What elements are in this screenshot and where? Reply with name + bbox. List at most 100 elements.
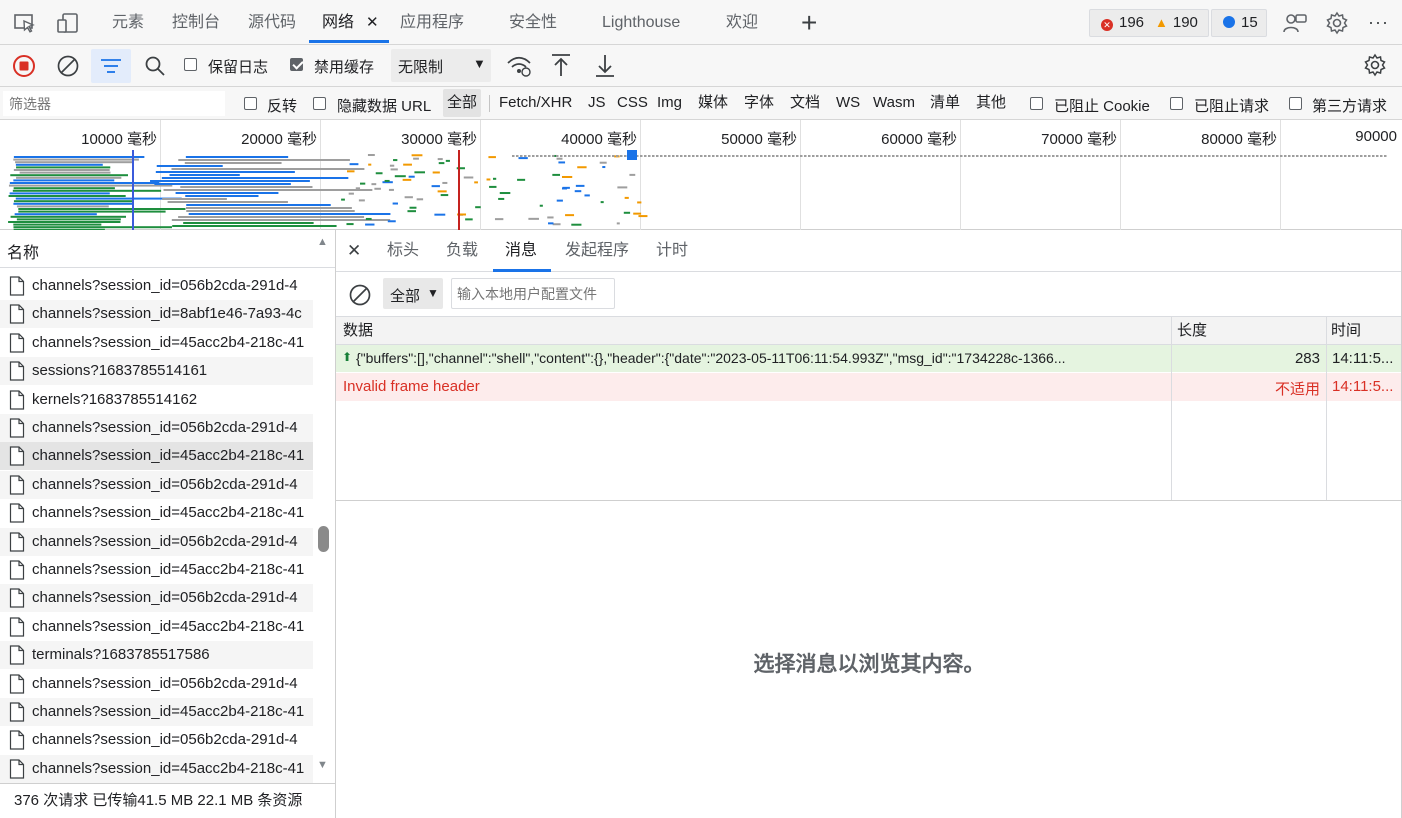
clear-messages-icon[interactable]	[347, 282, 373, 308]
blocked-cookies-checkbox[interactable]	[1030, 97, 1043, 110]
tab-headers[interactable]: 标头	[387, 230, 419, 272]
request-row[interactable]: channels?session_id=45acc2b4-218c-41	[0, 442, 313, 471]
type-filter-doc[interactable]: 文档	[790, 87, 820, 119]
waterfall-bar	[688, 155, 691, 157]
settings-gear-icon[interactable]	[1324, 10, 1350, 36]
request-row[interactable]: channels?session_id=45acc2b4-218c-41	[0, 613, 313, 641]
network-settings-icon[interactable]	[1362, 52, 1388, 82]
inspect-element-icon[interactable]	[12, 10, 38, 36]
add-tab-icon[interactable]: +	[799, 0, 819, 45]
more-options-icon[interactable]: ···	[1366, 0, 1391, 45]
file-icon	[9, 560, 25, 580]
tab-messages[interactable]: 消息	[505, 230, 537, 272]
request-row[interactable]: channels?session_id=8abf1e46-7a93-4c	[0, 300, 313, 329]
close-tab-icon[interactable]: ✕	[364, 0, 381, 45]
export-har-icon[interactable]	[592, 51, 618, 81]
preserve-log-checkbox[interactable]	[184, 58, 197, 71]
request-row[interactable]: channels?session_id=056b2cda-291d-4	[0, 527, 313, 556]
request-row[interactable]: channels?session_id=45acc2b4-218c-41	[0, 499, 313, 527]
scrollbar-thumb[interactable]	[318, 526, 329, 552]
tab-payload[interactable]: 负载	[446, 230, 478, 272]
close-detail-icon[interactable]: ✕	[347, 230, 361, 272]
type-filter-font[interactable]: 字体	[744, 87, 774, 119]
waterfall-bar	[1256, 155, 1259, 157]
message-row-sent[interactable]: ⬆ {"buffers":[],"channel":"shell","conte…	[336, 345, 1402, 373]
tab-network[interactable]: 网络	[320, 0, 356, 45]
waterfall-bar	[367, 154, 375, 157]
message-count: 15	[1241, 14, 1258, 31]
type-filter-media[interactable]: 媒体	[698, 87, 728, 119]
request-list-header[interactable]: 名称	[0, 230, 335, 268]
message-length: 283	[1294, 350, 1320, 367]
request-row[interactable]: channels?session_id=056b2cda-291d-4	[0, 272, 313, 300]
device-emulation-icon[interactable]	[55, 10, 81, 36]
tab-security[interactable]: 安全性	[507, 0, 559, 45]
filter-toggle-icon[interactable]	[91, 49, 131, 83]
throttle-select[interactable]: 无限制 ▼	[391, 49, 491, 82]
tab-lighthouse[interactable]: Lighthouse	[600, 0, 682, 45]
record-stop-icon[interactable]	[11, 53, 37, 83]
type-filter-wasm[interactable]: Wasm	[873, 87, 915, 119]
request-row[interactable]: channels?session_id=056b2cda-291d-4	[0, 670, 313, 698]
tab-application[interactable]: 应用程序	[398, 0, 466, 45]
type-filter-fetch-xhr[interactable]: Fetch/XHR	[499, 87, 572, 119]
type-filter-ws[interactable]: WS	[836, 87, 860, 119]
scroll-up-icon[interactable]: ▲	[317, 236, 328, 248]
message-row-error[interactable]: Invalid frame header 不适用 14:11:5...	[336, 373, 1402, 401]
request-row[interactable]: channels?session_id=056b2cda-291d-4	[0, 414, 313, 442]
tab-initiator[interactable]: 发起程序	[565, 230, 629, 272]
request-row[interactable]: channels?session_id=45acc2b4-218c-41	[0, 754, 313, 783]
hide-data-url-checkbox[interactable]	[313, 97, 326, 110]
tab-console[interactable]: 控制台	[170, 0, 222, 45]
message-type-select[interactable]: 全部 ▼	[383, 278, 443, 309]
feedback-icon[interactable]	[1282, 10, 1308, 36]
type-filter-manifest[interactable]: 清单	[930, 87, 960, 119]
disable-cache-label: 禁用缓存	[314, 59, 375, 76]
tab-timing[interactable]: 计时	[656, 230, 688, 272]
waterfall-bar	[740, 155, 743, 157]
scroll-down-icon[interactable]: ▼	[317, 759, 328, 771]
clear-icon[interactable]	[55, 53, 81, 83]
tab-sources[interactable]: 源代码	[246, 0, 298, 45]
request-row[interactable]: channels?session_id=45acc2b4-218c-41	[0, 329, 313, 357]
status-bar: 376 次请求 已传输41.5 MB 22.1 MB 条资源	[0, 783, 335, 818]
request-row[interactable]: channels?session_id=45acc2b4-218c-41	[0, 556, 313, 584]
request-row[interactable]: channels?session_id=45acc2b4-218c-41	[0, 698, 313, 726]
network-conditions-icon[interactable]	[505, 53, 533, 83]
network-overview-timeline[interactable]: 10000 毫秒 20000 毫秒 30000 毫秒 40000 毫秒 5000…	[0, 120, 1402, 230]
type-filter-js[interactable]: JS	[588, 87, 606, 119]
disable-cache-checkbox[interactable]	[290, 58, 303, 71]
third-party-checkbox[interactable]	[1289, 97, 1302, 110]
waterfall-bar	[16, 176, 122, 179]
message-filter-input[interactable]	[451, 278, 615, 309]
type-filter-other[interactable]: 其他	[976, 87, 1006, 119]
blocked-requests-checkbox[interactable]	[1170, 97, 1183, 110]
request-row[interactable]: channels?session_id=056b2cda-291d-4	[0, 584, 313, 613]
message-counter[interactable]: 15	[1211, 9, 1267, 37]
waterfall-bar	[1044, 155, 1047, 157]
time-column-header[interactable]: 时间	[1331, 317, 1361, 345]
waterfall-bar	[624, 196, 629, 199]
invert-checkbox[interactable]	[244, 97, 257, 110]
request-name: channels?session_id=45acc2b4-218c-41	[32, 333, 305, 351]
request-row[interactable]: sessions?1683785514161	[0, 357, 313, 386]
type-filter-css[interactable]: CSS	[617, 87, 648, 119]
tab-elements[interactable]: 元素	[110, 0, 146, 45]
split-divider[interactable]	[336, 500, 1402, 501]
waterfall-bar	[465, 218, 473, 221]
request-row[interactable]: channels?session_id=056b2cda-291d-4	[0, 470, 313, 499]
request-row[interactable]: terminals?1683785517586	[0, 641, 313, 670]
search-icon[interactable]	[142, 53, 168, 83]
data-column-header[interactable]: 数据	[343, 317, 373, 345]
length-column-header[interactable]: 长度	[1177, 317, 1207, 345]
type-filter-all[interactable]: 全部	[443, 89, 482, 117]
filter-input[interactable]	[3, 91, 225, 116]
type-filter-img[interactable]: Img	[657, 87, 682, 119]
tab-welcome[interactable]: 欢迎	[724, 0, 760, 45]
request-row[interactable]: kernels?1683785514162	[0, 386, 313, 414]
request-row[interactable]: channels?session_id=056b2cda-291d-4	[0, 726, 313, 754]
waterfall-bar	[1180, 155, 1183, 157]
import-har-icon[interactable]	[548, 51, 574, 81]
issue-counters[interactable]: ✕ 196 ▲ 190	[1089, 9, 1209, 37]
waterfall-bar	[414, 171, 426, 174]
